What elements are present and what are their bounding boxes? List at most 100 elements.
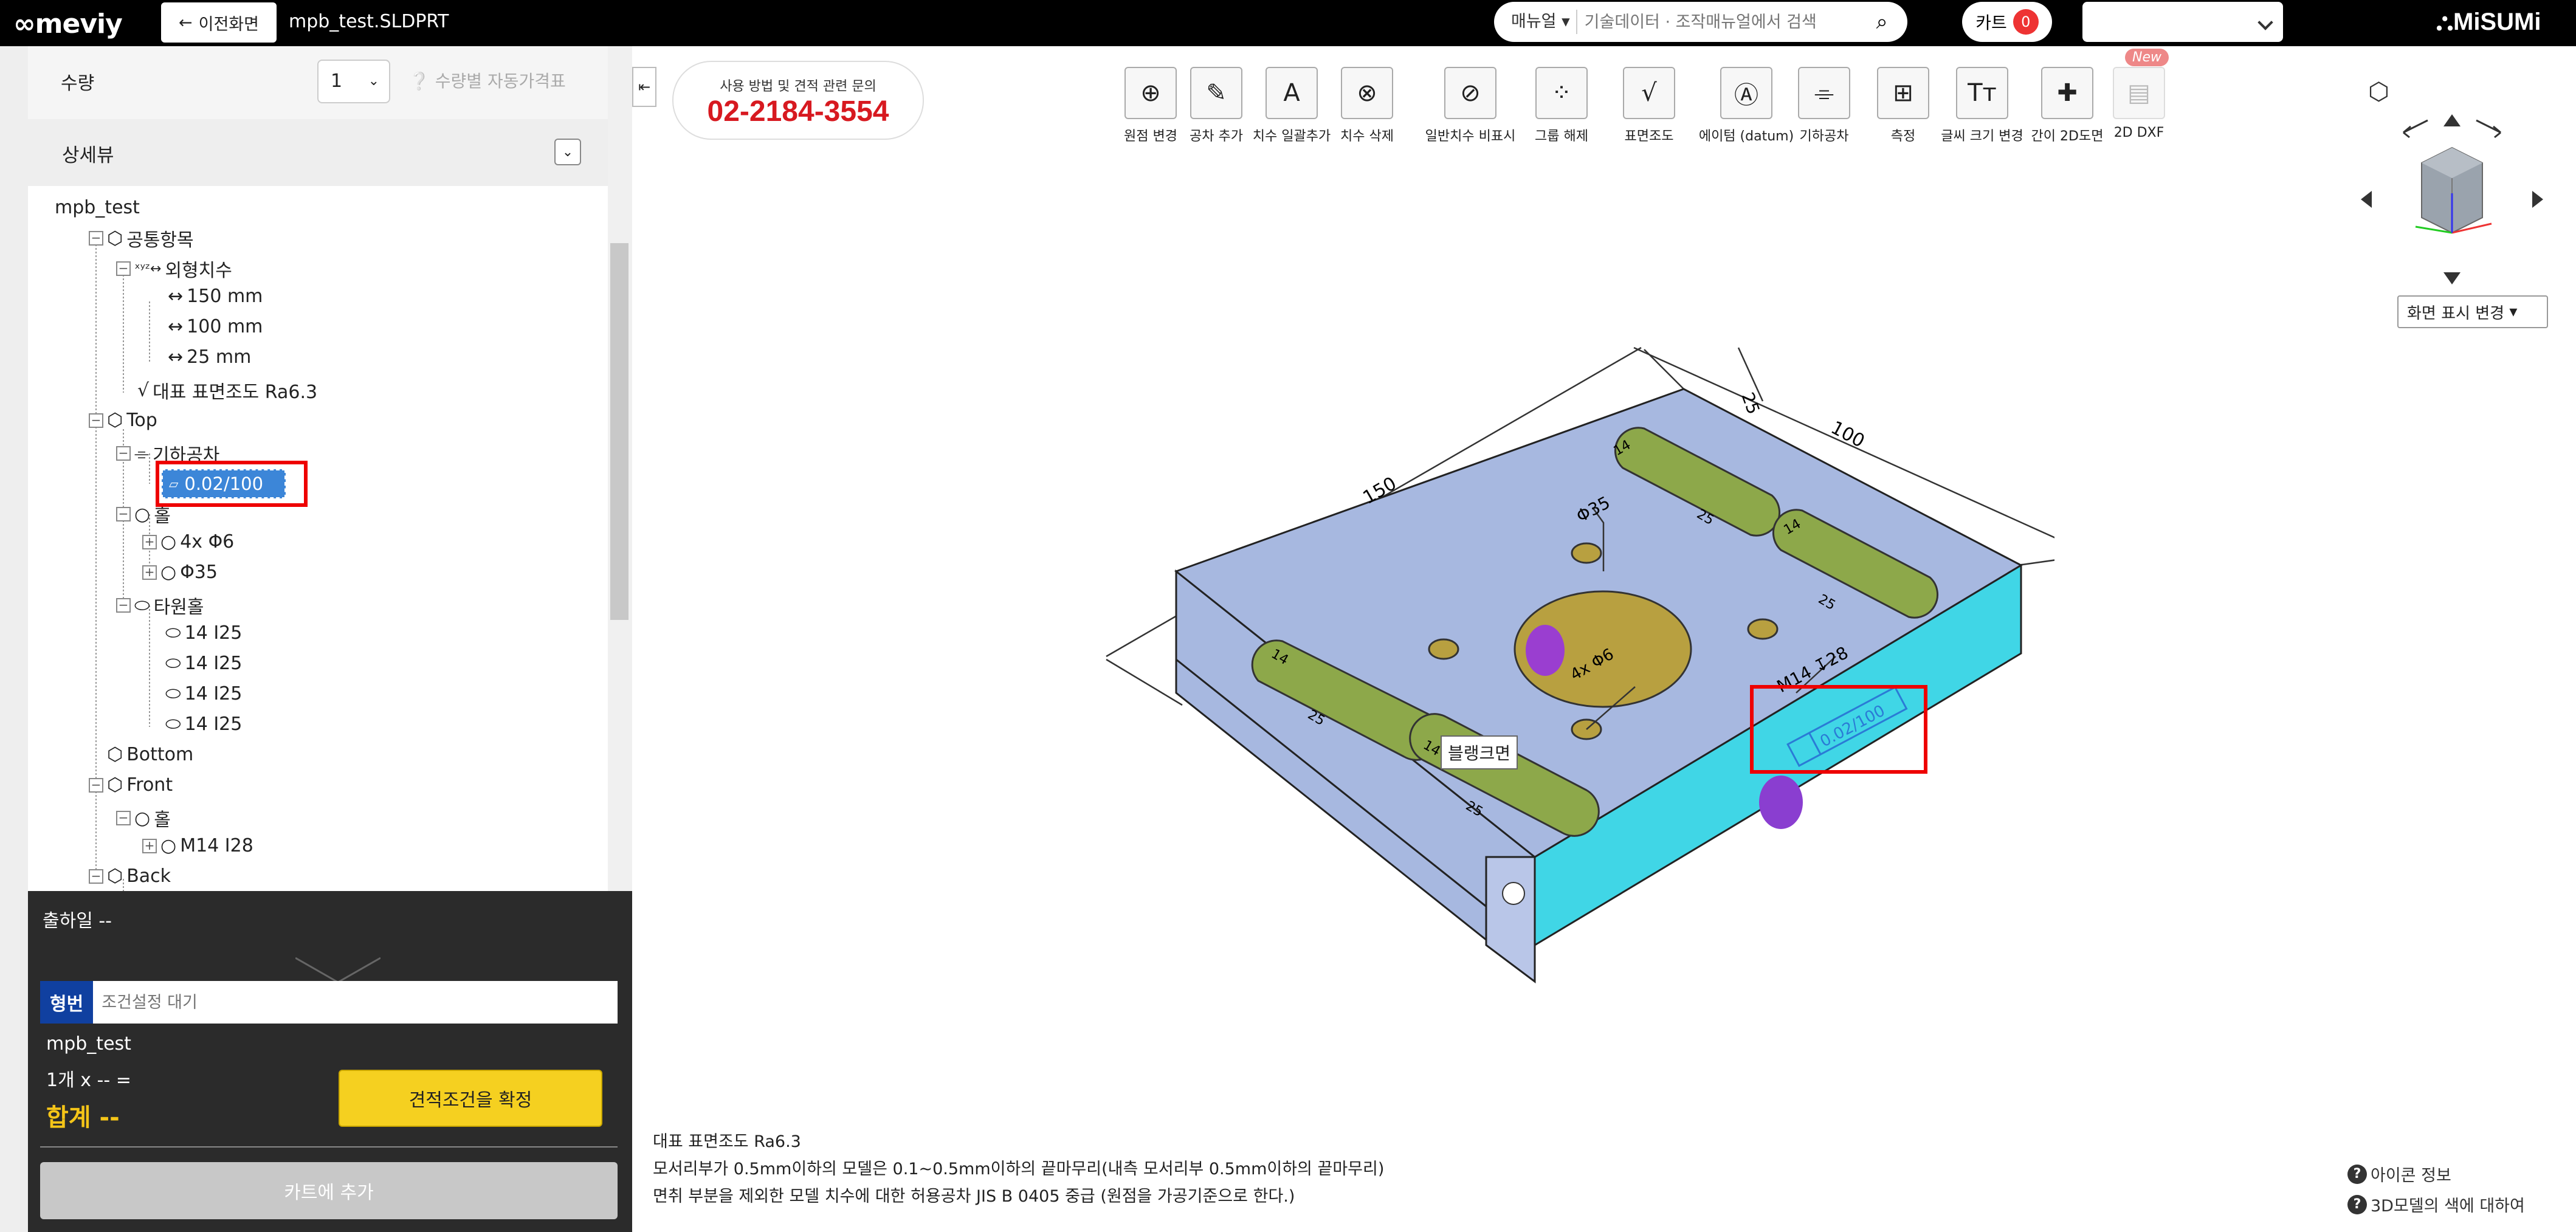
tree-front-hole[interactable]: − ○ 홀 — [116, 805, 171, 831]
tree-top[interactable]: − ⬡ Top — [89, 410, 157, 431]
part-number-input[interactable] — [102, 993, 588, 1012]
cube-icon: ⬡ — [107, 227, 123, 249]
icon-info-link[interactable]: ? 아이콘 정보 — [2347, 1162, 2451, 1186]
x-dimension-icon: ↔ — [168, 286, 184, 307]
geometric-icon: ⌯ — [1798, 67, 1850, 119]
back-button[interactable]: ← 이전화면 — [161, 2, 277, 43]
collapse-panel-button[interactable]: ⇤ — [632, 67, 656, 107]
file-name: mpb_test.SLDPRT — [289, 11, 449, 32]
add-to-cart-button[interactable]: 카트에 추가 — [40, 1162, 618, 1219]
tree-common[interactable]: − ⬡ 공통항목 — [89, 225, 194, 252]
drawing-notes: 대표 표면조도 Ra6.3 모서리부가 0.5mm이하의 모델은 0.1∼0.5… — [653, 1128, 1384, 1210]
note-line-2: 모서리부가 0.5mm이하의 모델은 0.1∼0.5mm이하의 끝마무리(내측 … — [653, 1160, 1385, 1179]
dxf-icon: ▤ — [2113, 67, 2165, 119]
search-input[interactable] — [1584, 12, 1870, 32]
tree-bottom[interactable]: ⬡ Bottom — [107, 744, 193, 765]
collapse-icon[interactable]: − — [89, 231, 103, 246]
contact-box[interactable]: 사용 방법 및 견적 관련 문의 02-2184-3554 — [672, 61, 924, 140]
meviy-logo[interactable]: ∞meviy — [13, 9, 123, 40]
corner-face — [1485, 856, 1536, 983]
tree-oval-3[interactable]: ⬭ 14 I25 — [165, 683, 242, 704]
collapse-icon[interactable]: − — [116, 598, 131, 613]
toolbar-button-4[interactable]: ⊘ 일반치수 비표시 — [1425, 67, 1515, 145]
misumi-logo[interactable]: ⛬MiSUMi — [2436, 9, 2541, 36]
collapse-icon[interactable]: − — [89, 869, 103, 884]
search-scope-select[interactable]: 매뉴얼 ▾ — [1511, 10, 1577, 34]
toolbar-button-2[interactable]: A 치수 일괄추가 — [1253, 67, 1331, 145]
collapse-icon[interactable]: − — [89, 413, 103, 428]
part-number-tag: 형번 — [40, 981, 94, 1024]
toolbar-button-5[interactable]: ⁘ 그룹 해제 — [1535, 67, 1588, 145]
toolbar-label: 2D DXF — [2113, 125, 2164, 140]
search-icon[interactable]: ⌕ — [1876, 10, 1888, 34]
tree-oval-4[interactable]: ⬭ 14 I25 — [165, 714, 242, 735]
oval-icon: ⬭ — [165, 714, 181, 735]
highlight-box — [156, 461, 308, 507]
tree-outer-dims[interactable]: − ˣʸᶻ↔ 외형치수 — [116, 255, 232, 282]
toolbar-button-12[interactable]: ▤ 2D DXF — [2113, 67, 2165, 140]
part-name: mpb_test — [46, 1033, 131, 1055]
quantity-select[interactable]: 1 ⌄ — [317, 60, 390, 103]
toolbar-button-7[interactable]: Ⓐ 에이텀 (datum) — [1699, 67, 1794, 145]
navigation-cube[interactable] — [2355, 108, 2549, 291]
view-mode-select[interactable]: 화면 표시 변경 ▾ — [2397, 295, 2548, 328]
tree-oval[interactable]: − ⬭ 타원홀 — [116, 592, 204, 619]
tree-hole-4x[interactable]: + ○ 4x Φ6 — [142, 531, 234, 552]
collapse-icon[interactable]: − — [116, 261, 131, 276]
tree-front-m14[interactable]: + ○ M14 I28 — [142, 835, 253, 856]
tree-scroll-thumb[interactable] — [610, 243, 629, 620]
front-hole-marker — [1759, 776, 1803, 829]
misumi-mark-icon: ⛬ — [2436, 9, 2453, 35]
toolbar-button-11[interactable]: ✚ 간이 2D도면 — [2031, 67, 2103, 145]
toolbar-button-6[interactable]: √ 표면조도 — [1623, 67, 1675, 145]
tree-back[interactable]: − ⬡ Back — [89, 865, 171, 887]
toolbar-button-9[interactable]: ⊞ 측정 — [1877, 67, 1929, 145]
cart-button[interactable]: 카트 0 — [1962, 2, 2052, 42]
detail-view-label: 상세뷰 — [62, 145, 114, 167]
toolbar-button-1[interactable]: ✎ 공차 추가 — [1190, 67, 1243, 145]
tree-oval-1[interactable]: ⬭ 14 I25 — [165, 622, 242, 644]
user-select[interactable] — [2082, 2, 2283, 42]
chevron-down-icon: ⌄ — [562, 144, 574, 160]
circle-icon: ○ — [160, 531, 177, 552]
tree-root[interactable]: mpb_test — [55, 197, 140, 218]
origin-marker-icon[interactable] — [1502, 882, 1525, 905]
tree-surface[interactable]: √ 대표 표면조도 Ra6.3 — [137, 377, 317, 404]
collapse-icon[interactable]: − — [116, 446, 131, 461]
contact-label: 사용 방법 및 견적 관련 문의 — [720, 79, 876, 94]
tree-z-dim[interactable]: ↔ 25 mm — [168, 346, 251, 368]
collapse-icon[interactable]: − — [89, 777, 103, 793]
detail-view-toggle[interactable]: ⌄ — [554, 139, 581, 165]
expand-icon[interactable]: + — [142, 534, 157, 549]
color-info-link[interactable]: ? 3D모델의 색에 대하여 — [2347, 1192, 2525, 1216]
text-size-icon: Tт — [1956, 67, 2008, 119]
expand-icon[interactable]: + — [142, 838, 157, 853]
help-icon: ? — [2347, 1194, 2367, 1214]
cube-icon: ⬡ — [107, 774, 123, 796]
model-viewport[interactable]: 150 100 25 Φ35 4x Φ6 M14 ↧28 14 14 14 14… — [656, 146, 2054, 1094]
quantity-price-link[interactable]: ❔ 수량별 자동가격표 — [408, 68, 566, 92]
tree-hole-35[interactable]: + ○ Φ35 — [142, 562, 218, 583]
feature-tree: mpb_test − ⬡ 공통항목 − ˣʸᶻ↔ 외형치수 ↔ 150 mm ↔ 100 m… — [28, 186, 608, 891]
collapse-icon[interactable]: − — [116, 811, 131, 825]
toolbar-button-10[interactable]: Tт 글씨 크기 변경 — [1941, 67, 2023, 145]
new-badge: New — [2125, 49, 2169, 66]
total-price: 합계 -- — [46, 1104, 120, 1132]
note-line-1: 대표 표면조도 Ra6.3 — [653, 1132, 801, 1151]
ungroup-icon: ⁘ — [1535, 67, 1588, 119]
search-box: 매뉴얼 ▾ ⌕ — [1494, 2, 1907, 42]
home-cube-icon[interactable]: ⬡ — [2368, 78, 2389, 106]
arrow-left-icon: ← — [179, 13, 193, 32]
cube-icon: ⬡ — [107, 865, 123, 887]
toolbar-button-3[interactable]: ⊗ 치수 삭제 — [1340, 67, 1394, 145]
tree-y-dim[interactable]: ↔ 100 mm — [168, 316, 263, 337]
tree-oval-2[interactable]: ⬭ 14 I25 — [165, 653, 242, 674]
expand-icon[interactable]: + — [142, 565, 157, 580]
dim-100-label: 100 — [1827, 417, 1868, 452]
tree-x-dim[interactable]: ↔ 150 mm — [168, 286, 263, 307]
tree-front[interactable]: − ⬡ Front — [89, 774, 173, 796]
collapse-icon[interactable]: − — [116, 507, 131, 521]
confirm-quote-button[interactable]: 견적조건을 확정 — [339, 1070, 602, 1127]
toolbar-button-8[interactable]: ⌯ 기하공차 — [1798, 67, 1850, 145]
y-dimension-icon: ↔ — [168, 316, 184, 337]
